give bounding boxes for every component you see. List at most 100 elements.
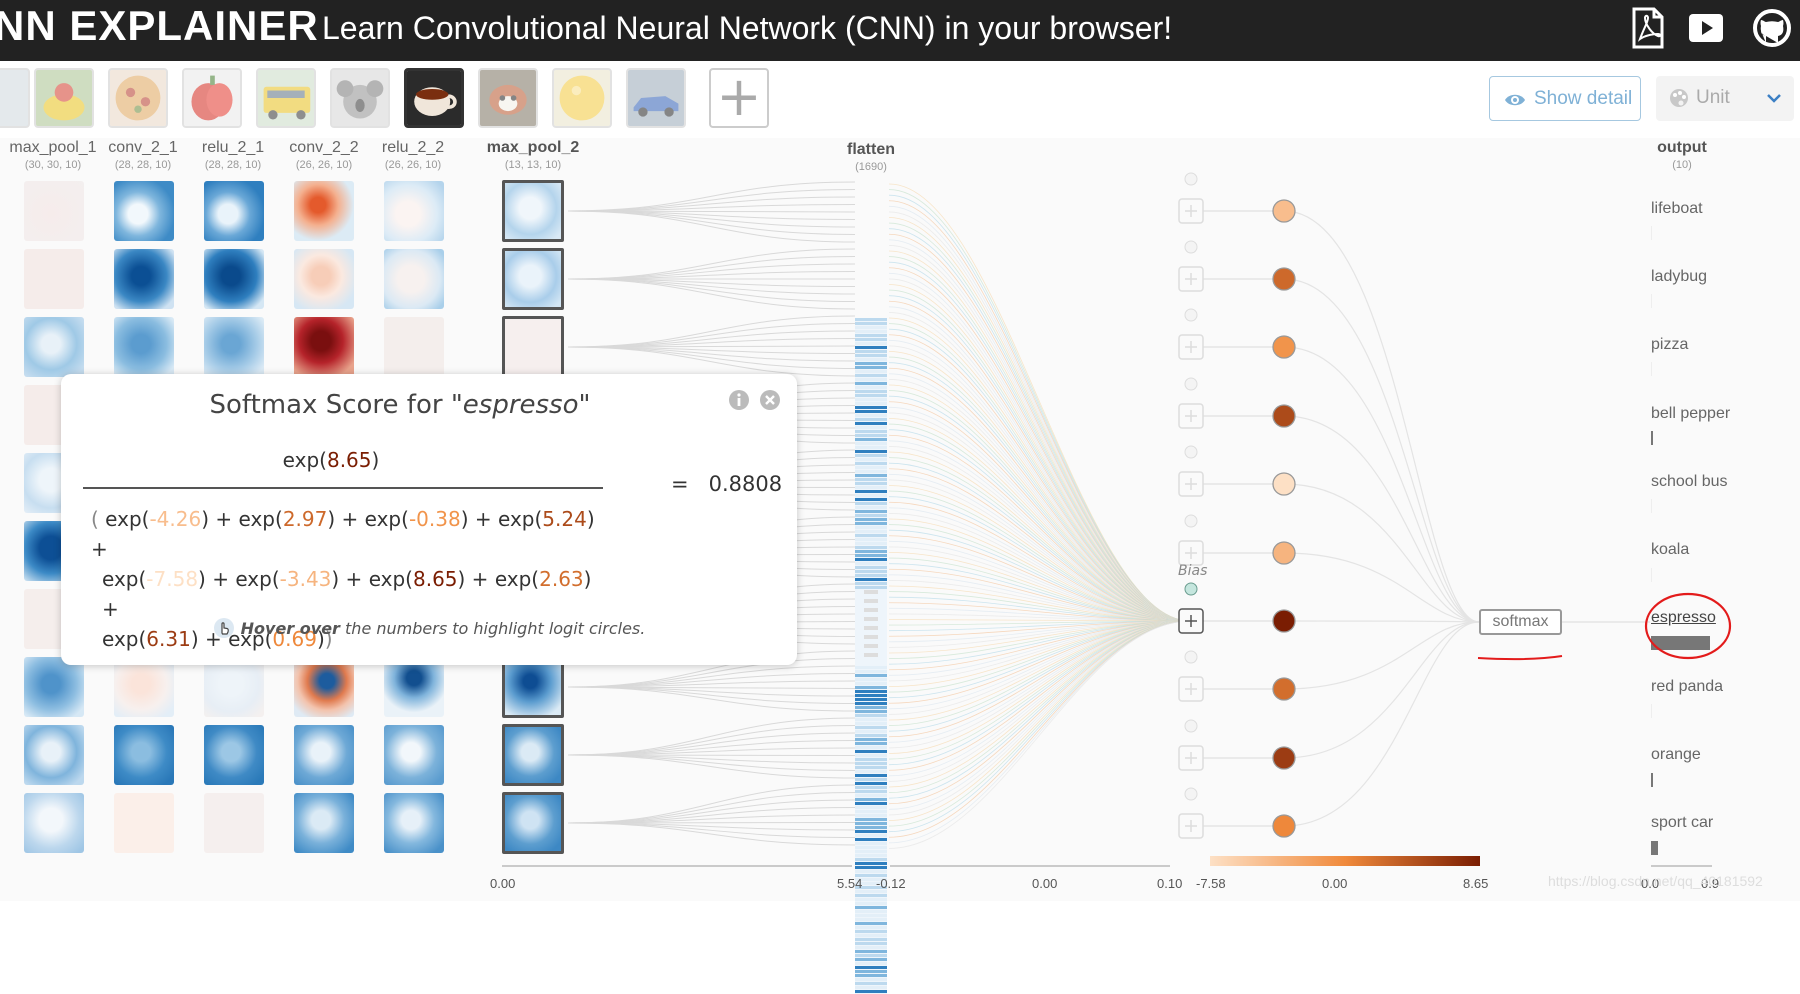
feature-map[interactable] bbox=[24, 181, 84, 241]
pdf-icon[interactable] bbox=[1628, 6, 1668, 50]
image-thumbnail-espresso[interactable] bbox=[404, 68, 464, 128]
pool-scale-max: 5.54 bbox=[837, 876, 863, 891]
feature-map[interactable] bbox=[294, 657, 354, 717]
flatten-bar[interactable] bbox=[855, 318, 887, 994]
max-pool-2-map[interactable] bbox=[502, 656, 564, 718]
github-icon[interactable] bbox=[1752, 6, 1792, 50]
info-icon[interactable] bbox=[728, 389, 750, 411]
feature-map[interactable] bbox=[384, 317, 444, 377]
output-label-espresso[interactable]: espresso bbox=[1651, 609, 1716, 627]
image-thumbnail-bell-pepper[interactable] bbox=[182, 68, 242, 128]
feature-map[interactable] bbox=[114, 793, 174, 853]
flatten-stripe bbox=[855, 566, 887, 569]
logit-value[interactable]: 5.24 bbox=[542, 507, 587, 531]
flatten-ellipsis-dash bbox=[864, 635, 878, 639]
flatten-stripe bbox=[855, 422, 887, 425]
flatten-stripe bbox=[855, 946, 887, 949]
max-pool-2-map[interactable] bbox=[502, 180, 564, 242]
video-icon[interactable] bbox=[1686, 6, 1726, 50]
probability-bar bbox=[1651, 773, 1653, 787]
max-pool-2-map[interactable] bbox=[502, 248, 564, 310]
max-pool-2-map[interactable] bbox=[502, 316, 564, 378]
feature-map[interactable] bbox=[114, 317, 174, 377]
flatten-stripe bbox=[855, 346, 887, 349]
flatten-stripe bbox=[855, 686, 887, 689]
dense-edge bbox=[888, 250, 1191, 622]
output-label-orange[interactable]: orange bbox=[1651, 746, 1701, 764]
feature-map[interactable] bbox=[114, 725, 174, 785]
add-image-button[interactable]: + bbox=[709, 68, 769, 128]
feature-map[interactable] bbox=[204, 249, 264, 309]
logit-value[interactable]: -7.58 bbox=[146, 567, 198, 591]
close-icon[interactable] bbox=[759, 389, 781, 411]
feature-map[interactable] bbox=[204, 725, 264, 785]
denominator-line: exp(-7.58) + exp(-3.43) + exp(8.65) + ex… bbox=[102, 567, 592, 621]
feature-map[interactable] bbox=[114, 249, 174, 309]
logit-value[interactable]: 8.65 bbox=[413, 567, 458, 591]
max-pool-2-map[interactable] bbox=[502, 724, 564, 786]
show-detail-button[interactable]: Show detail bbox=[1489, 76, 1641, 121]
feature-map[interactable] bbox=[24, 249, 84, 309]
feature-map[interactable] bbox=[384, 249, 444, 309]
softmax-box[interactable]: softmax bbox=[1479, 609, 1562, 635]
feature-map[interactable] bbox=[24, 657, 84, 717]
pool-flatten-edge bbox=[567, 346, 856, 362]
feature-map[interactable] bbox=[204, 657, 264, 717]
feature-map[interactable] bbox=[294, 725, 354, 785]
output-label-bell-pepper[interactable]: bell pepper bbox=[1651, 405, 1730, 423]
output-label-sport-car[interactable]: sport car bbox=[1651, 814, 1713, 832]
logit-value[interactable]: 2.63 bbox=[539, 567, 584, 591]
output-label-koala[interactable]: koala bbox=[1651, 541, 1689, 559]
flatten-stripe bbox=[855, 374, 887, 377]
flatten-stripe bbox=[855, 870, 887, 873]
output-label-school-bus[interactable]: school bus bbox=[1651, 473, 1728, 491]
layer-dim-output: (10) bbox=[1672, 159, 1692, 171]
output-label-lifeboat[interactable]: lifeboat bbox=[1651, 200, 1703, 218]
logit-value[interactable]: 2.97 bbox=[283, 507, 328, 531]
feature-map[interactable] bbox=[24, 793, 84, 853]
image-thumbnail-school-bus[interactable] bbox=[256, 68, 316, 128]
feature-map[interactable] bbox=[204, 181, 264, 241]
numerator-logit[interactable]: 8.65 bbox=[327, 448, 372, 472]
image-thumbnail-pizza[interactable] bbox=[108, 68, 168, 128]
feature-map[interactable] bbox=[204, 793, 264, 853]
flatten-stripe bbox=[855, 670, 887, 673]
unit-select[interactable]: Unit bbox=[1656, 76, 1794, 121]
bias-label: Bias bbox=[1178, 563, 1208, 579]
output-label-ladybug[interactable]: ladybug bbox=[1651, 268, 1707, 286]
dense-edge bbox=[888, 323, 1191, 622]
feature-map[interactable] bbox=[24, 317, 84, 377]
image-thumbnail-orange[interactable] bbox=[552, 68, 612, 128]
image-thumbnail-sport-car[interactable] bbox=[626, 68, 686, 128]
logit-to-softmax-edge bbox=[1283, 621, 1480, 759]
flatten-stripe bbox=[855, 534, 887, 537]
feature-map[interactable] bbox=[204, 317, 264, 377]
feature-map[interactable] bbox=[384, 725, 444, 785]
logit-value[interactable]: -0.38 bbox=[409, 507, 461, 531]
image-thumbnail-partial[interactable] bbox=[0, 68, 30, 128]
feature-map[interactable] bbox=[384, 657, 444, 717]
logit-node bbox=[1272, 746, 1296, 770]
feature-map[interactable] bbox=[294, 249, 354, 309]
output-label-pizza[interactable]: pizza bbox=[1651, 336, 1688, 354]
flatten-ellipsis-dash bbox=[864, 617, 878, 621]
feature-map[interactable] bbox=[384, 793, 444, 853]
feature-map[interactable] bbox=[294, 317, 354, 377]
logit-value[interactable]: -3.43 bbox=[280, 567, 332, 591]
feature-map[interactable] bbox=[294, 793, 354, 853]
flatten-ellipsis-dash bbox=[864, 644, 878, 648]
feature-map[interactable] bbox=[24, 725, 84, 785]
flatten-stripe bbox=[855, 894, 887, 897]
flatten-stripe bbox=[855, 950, 887, 953]
image-thumbnail-lifeboat[interactable] bbox=[34, 68, 94, 128]
logit-value[interactable]: -4.26 bbox=[149, 507, 201, 531]
feature-map[interactable] bbox=[114, 181, 174, 241]
image-thumbnail-koala[interactable] bbox=[330, 68, 390, 128]
feature-map[interactable] bbox=[384, 181, 444, 241]
feature-map[interactable] bbox=[294, 181, 354, 241]
output-label-red-panda[interactable]: red panda bbox=[1651, 678, 1723, 696]
image-thumbnail-red-panda[interactable] bbox=[478, 68, 538, 128]
dense-edge bbox=[888, 306, 1191, 622]
max-pool-2-map[interactable] bbox=[502, 792, 564, 854]
feature-map[interactable] bbox=[114, 657, 174, 717]
